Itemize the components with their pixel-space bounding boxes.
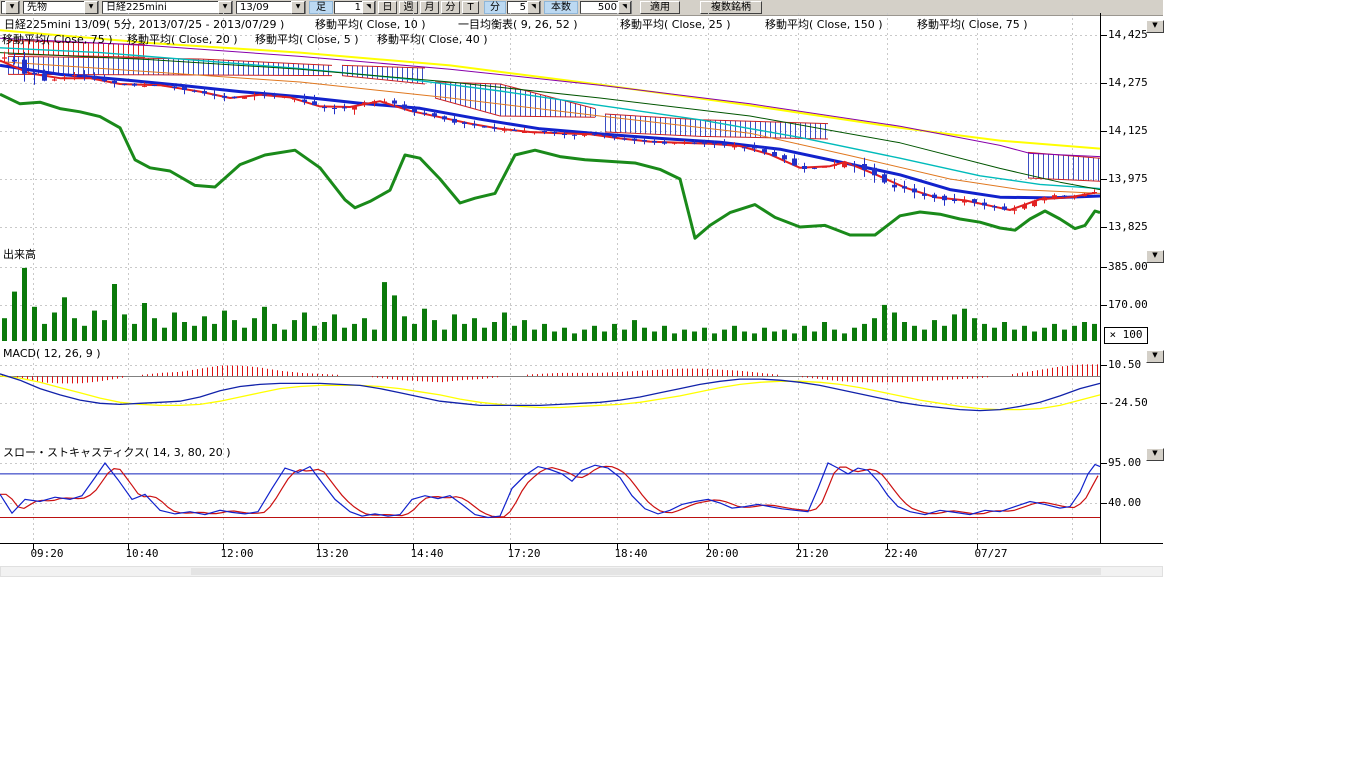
- stochastics-panel-title: スロー・ストキャスティクス( 14, 3, 80, 20 ): [3, 444, 231, 460]
- volume-panel-menu-button[interactable]: ▼: [1146, 250, 1164, 263]
- price-axis-label-4: 13,825: [1108, 220, 1148, 233]
- stoch-axis-label-0: 95.00: [1108, 456, 1141, 469]
- legend-item-row2-1: 移動平均( Close, 20 ): [127, 31, 238, 47]
- time-axis-label-1: 10:40: [125, 547, 158, 560]
- time-axis-label-8: 21:20: [795, 547, 828, 560]
- price-panel-menu-button[interactable]: ▼: [1146, 20, 1164, 33]
- legend-item-row1-2: 一目均衡表( 9, 26, 52 ): [458, 16, 578, 32]
- price-axis-label-1: 14,275: [1108, 76, 1148, 89]
- time-axis-label-0: 09:20: [30, 547, 63, 560]
- scrollbar-thumb[interactable]: [191, 568, 1101, 575]
- macd-axis-label-1: -24.50: [1108, 396, 1148, 409]
- volume-panel-title: 出来高: [3, 246, 36, 262]
- chart-canvas[interactable]: [0, 0, 1163, 580]
- macd-axis-label-0: 10.50: [1108, 358, 1141, 371]
- legend-item-row2-0: 移動平均( Close, 75 ): [2, 31, 113, 47]
- time-axis-label-6: 18:40: [614, 547, 647, 560]
- time-axis-label-2: 12:00: [220, 547, 253, 560]
- time-axis-label-9: 22:40: [884, 547, 917, 560]
- volume-axis-label-1: 170.00: [1108, 298, 1148, 311]
- legend-item-row1-4: 移動平均( Close, 150 ): [765, 16, 883, 32]
- legend-item-row1-3: 移動平均( Close, 25 ): [620, 16, 731, 32]
- time-axis-label-10: 07/27: [974, 547, 1007, 560]
- legend-item-row2-2: 移動平均( Close, 5 ): [255, 31, 359, 47]
- stoch-panel-menu-button[interactable]: ▼: [1146, 448, 1164, 461]
- price-axis-label-2: 14,125: [1108, 124, 1148, 137]
- macd-panel-menu-button[interactable]: ▼: [1146, 350, 1164, 363]
- time-axis-label-5: 17:20: [507, 547, 540, 560]
- legend-item-row2-3: 移動平均( Close, 40 ): [377, 31, 488, 47]
- time-axis-label-4: 14:40: [410, 547, 443, 560]
- horizontal-scrollbar[interactable]: [0, 566, 1163, 577]
- chart-application-window: ▼ 先物▼ 日経225mini▼ 13/09▼ 足 1◥ 日 週 月 分 T 分…: [0, 0, 1366, 768]
- volume-multiplier-box: × 100: [1104, 327, 1148, 344]
- legend-item-row1-5: 移動平均( Close, 75 ): [917, 16, 1028, 32]
- stoch-axis-label-1: 40.00: [1108, 496, 1141, 509]
- legend-item-row1-1: 移動平均( Close, 10 ): [315, 16, 426, 32]
- time-axis-label-3: 13:20: [315, 547, 348, 560]
- macd-panel-title: MACD( 12, 26, 9 ): [3, 347, 101, 360]
- price-axis-label-3: 13,975: [1108, 172, 1148, 185]
- legend-item-row1-0: 日経225mini 13/09( 5分, 2013/07/25 - 2013/0…: [4, 16, 284, 32]
- time-axis-label-7: 20:00: [705, 547, 738, 560]
- price-axis-label-0: 14,425: [1108, 28, 1148, 41]
- volume-axis-label-0: 385.00: [1108, 260, 1148, 273]
